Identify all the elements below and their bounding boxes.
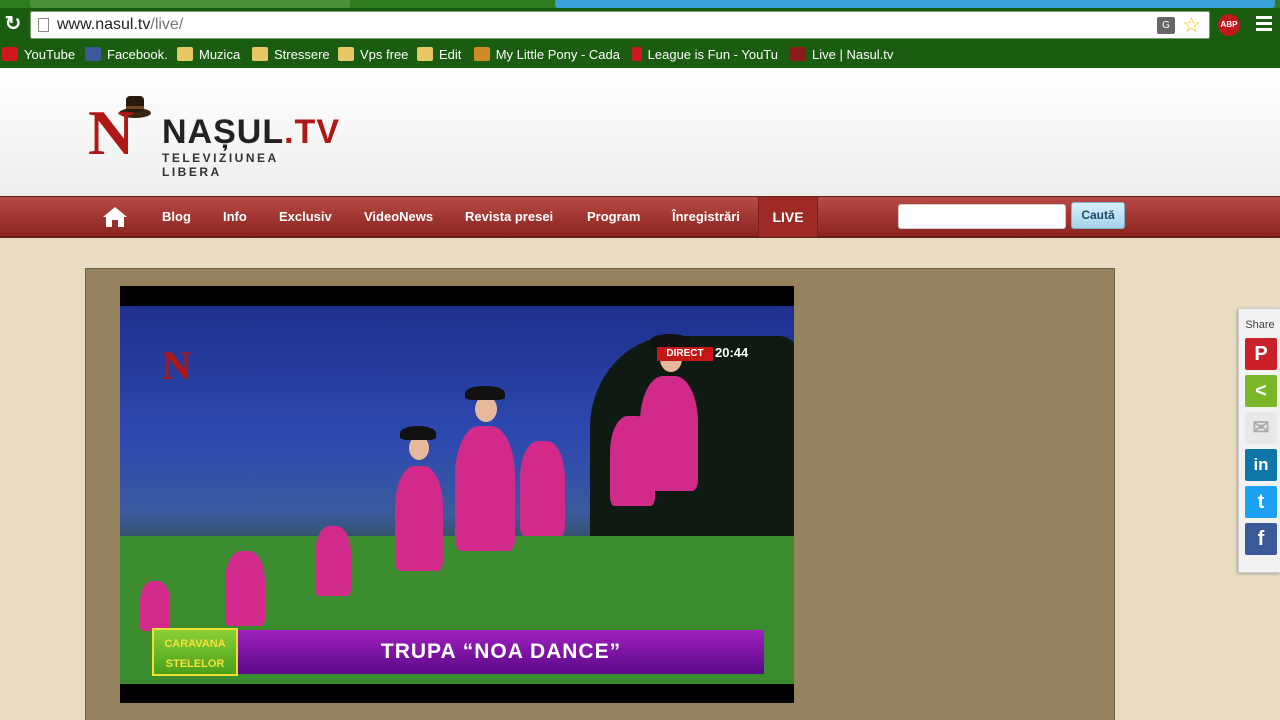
logo-title: NAȘUL.TV [162, 113, 340, 152]
show-logo-text: CARAVANA STELELOR [164, 638, 226, 670]
folder-icon [252, 47, 268, 61]
bookmark-label: Muzica [199, 46, 241, 62]
bookmark-label: Vps free [360, 46, 409, 62]
pony-icon [474, 47, 490, 61]
site-logo[interactable]: N NAȘUL.TV TELEVIZIUNEA LIBERA [88, 93, 340, 179]
facebook-icon[interactable]: f [1245, 523, 1277, 555]
nav-videonews[interactable]: VideoNews [364, 197, 433, 237]
logo-name: NAȘUL [162, 113, 285, 151]
bookmark-stressere[interactable]: Stressere [252, 45, 330, 63]
site-header: N NAȘUL.TV TELEVIZIUNEA LIBERA [0, 68, 1280, 196]
youtube-icon [2, 47, 18, 61]
adblock-icon[interactable]: ABP [1218, 14, 1240, 36]
bookmark-star-icon[interactable]: ☆ [1182, 13, 1201, 38]
nav-program[interactable]: Program [587, 197, 640, 237]
search-input[interactable] [898, 204, 1066, 229]
browser-chrome: ↻ www.nasul.tv/live/ G ☆ ABP YouTube Fac… [0, 0, 1280, 68]
live-badge: DIRECT [657, 347, 713, 361]
translate-icon[interactable]: G [1157, 17, 1175, 34]
video-caption: TRUPA “NOA DANCE” [238, 630, 764, 674]
nav-blog[interactable]: Blog [162, 197, 191, 237]
video-dancer [455, 426, 515, 551]
video-dancer [520, 441, 565, 536]
video-dancer [395, 466, 443, 571]
logo-tagline: TELEVIZIUNEA LIBERA [162, 151, 279, 179]
sharethis-icon[interactable]: < [1245, 375, 1277, 407]
bookmark-my-little-pony[interactable]: My Little Pony - Cada [474, 45, 620, 63]
logo-tld: .TV [284, 113, 341, 151]
bookmark-muzica[interactable]: Muzica [177, 45, 240, 63]
live-video-player[interactable]: N DIRECT 20:44 CARAVANA STELELOR TRUPA “… [120, 286, 794, 703]
tab-previous[interactable] [30, 0, 350, 8]
bookmark-label: YouTube [24, 46, 76, 62]
bookmark-label: Edit [439, 46, 462, 62]
video-dancer-hat [465, 386, 505, 400]
bookmark-youtube[interactable]: YouTube [2, 45, 75, 63]
video-channel-logo: N [162, 343, 191, 388]
bookmark-label: Live | Nasul.tv [812, 46, 894, 62]
tab-strip [0, 0, 1280, 8]
nav-inregistrari[interactable]: Înregistrări [672, 197, 740, 237]
folder-icon [417, 47, 433, 61]
video-lower-third: CARAVANA STELELOR TRUPA “NOA DANCE” [152, 628, 764, 676]
bookmark-label: Facebook. [107, 46, 168, 62]
nav-info[interactable]: Info [223, 197, 247, 237]
search-button[interactable]: Caută [1071, 202, 1125, 229]
video-dancer [640, 376, 698, 491]
nav-revista-presei[interactable]: Revista presei [465, 197, 553, 237]
folder-icon [338, 47, 354, 61]
nav-exclusiv[interactable]: Exclusiv [279, 197, 332, 237]
reload-icon[interactable]: ↻ [2, 13, 24, 35]
bookmark-live-nasul[interactable]: Live | Nasul.tv [790, 45, 893, 63]
nasul-icon [790, 47, 806, 61]
browser-menu-icon[interactable] [1256, 16, 1272, 32]
video-frame: N DIRECT 20:44 CARAVANA STELELOR TRUPA “… [120, 306, 794, 684]
email-icon[interactable]: ✉ [1245, 412, 1277, 444]
url-host: www.nasul.tv [57, 16, 151, 33]
bookmark-label: League is Fun - YouTu [647, 46, 778, 62]
home-icon[interactable] [102, 206, 128, 228]
video-dancer [315, 526, 351, 596]
url-path: /live/ [150, 16, 184, 33]
logo-letter: N [88, 97, 135, 168]
broadcast-time: 20:44 [715, 345, 749, 360]
video-dancer-hat [400, 426, 436, 440]
nav-live[interactable]: LIVE [758, 197, 818, 237]
video-dancer-hat [650, 334, 690, 348]
youtube-icon [632, 47, 642, 61]
tab-active[interactable] [555, 0, 1275, 8]
share-sidebar: Share P < ✉ in t f [1238, 308, 1280, 573]
folder-icon [177, 47, 193, 61]
facebook-icon [85, 47, 101, 61]
url-text[interactable]: www.nasul.tv/live/ [57, 16, 183, 34]
bookmark-league-is-fun[interactable]: League is Fun - YouTu [632, 45, 778, 63]
bookmark-label: My Little Pony - Cada [495, 46, 620, 62]
bookmarks-bar: YouTube Facebook. Muzica Stressere Vps f… [0, 42, 1280, 66]
bookmark-label: Stressere [274, 46, 330, 62]
twitter-icon[interactable]: t [1245, 486, 1277, 518]
bookmark-facebook[interactable]: Facebook. [85, 45, 168, 63]
video-dancer [225, 551, 265, 626]
linkedin-icon[interactable]: in [1245, 449, 1277, 481]
main-nav: Blog Info Exclusiv VideoNews Revista pre… [0, 196, 1280, 238]
show-logo: CARAVANA STELELOR [152, 628, 238, 676]
pinterest-icon[interactable]: P [1245, 338, 1277, 370]
video-dancer [140, 581, 170, 631]
bookmark-edit[interactable]: Edit [417, 45, 461, 63]
address-bar[interactable]: www.nasul.tv/live/ G ☆ [30, 11, 1210, 39]
share-label: Share [1245, 319, 1275, 331]
bookmark-vps-free[interactable]: Vps free [338, 45, 408, 63]
page-icon [38, 18, 49, 32]
